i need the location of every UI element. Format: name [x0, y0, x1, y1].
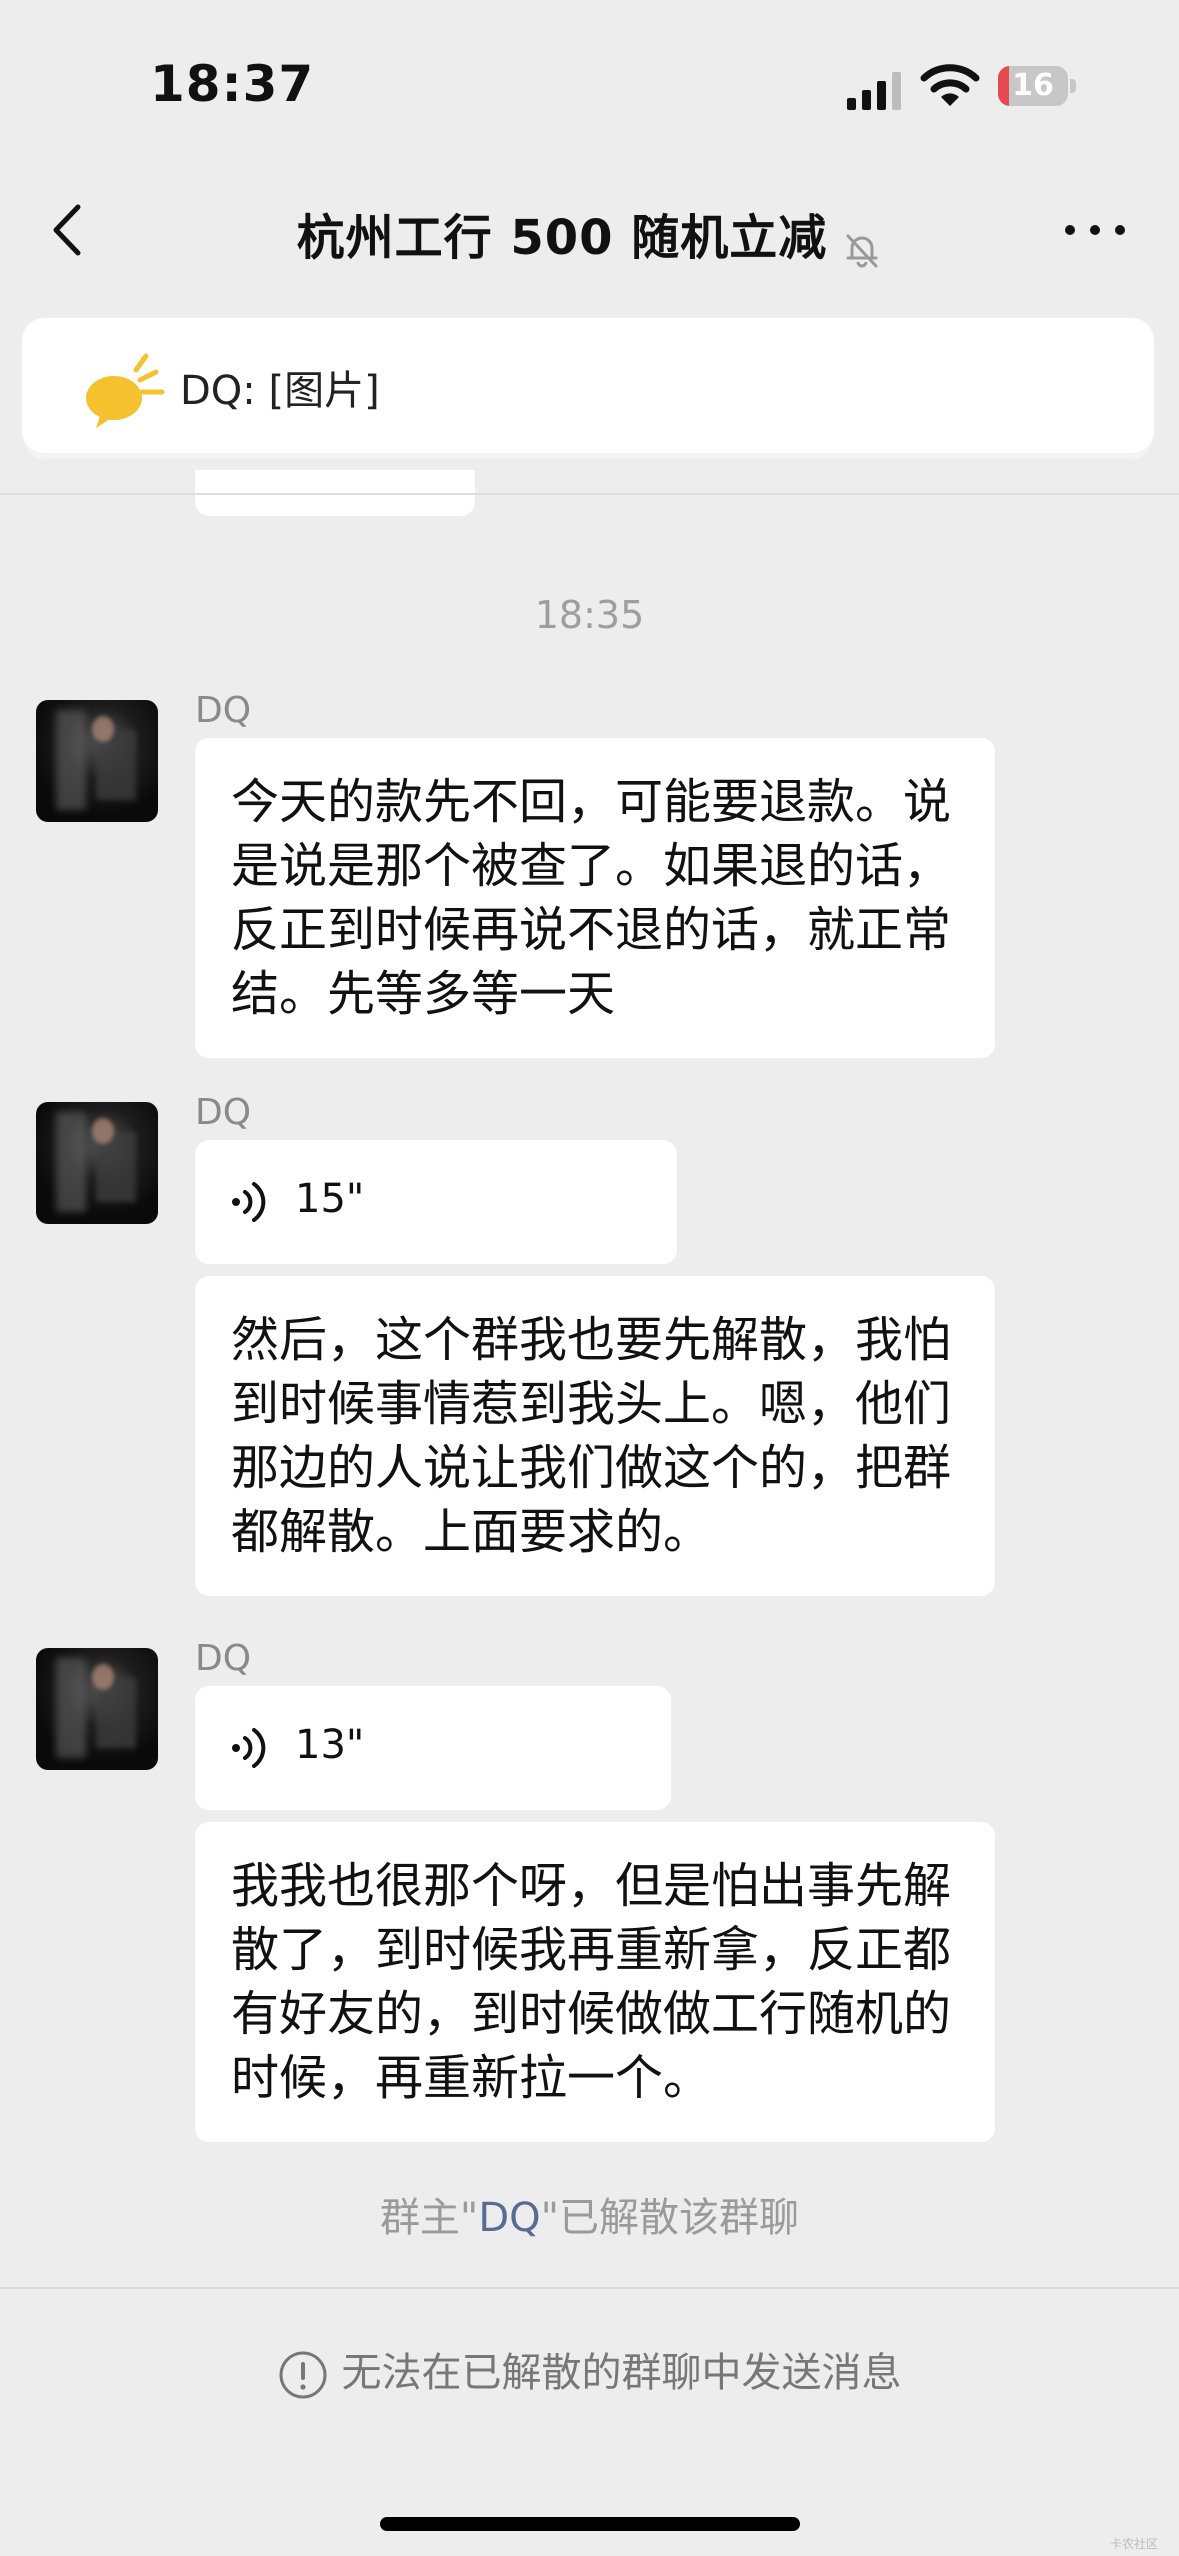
pinned-message-bar[interactable]: DQ: [图片] [22, 318, 1154, 453]
system-notice-prefix: 群主" [379, 2195, 479, 2241]
system-notice: 群主"DQ"已解散该群聊 [0, 2185, 1179, 2243]
status-time: 18:37 [150, 55, 315, 113]
voice-wave-icon [232, 1728, 266, 1768]
header-divider [0, 493, 1179, 495]
mute-bell-icon [846, 234, 878, 267]
avatar[interactable] [36, 700, 158, 822]
watermark: 卡农社区 [1110, 2537, 1159, 2551]
system-notice-suffix: "已解散该群聊 [540, 2195, 800, 2241]
voice-duration: 15" [295, 1176, 365, 1222]
chat-header: 杭州工行 500 随机立减 [0, 170, 1179, 290]
home-indicator[interactable] [380, 2517, 800, 2531]
footer-divider [0, 2287, 1179, 2289]
disbanded-notice: 无法在已解散的群聊中发送消息 [0, 2340, 1179, 2400]
voice-message-bubble[interactable]: 15" [195, 1140, 677, 1264]
disbanded-notice-text: 无法在已解散的群聊中发送消息 [341, 2350, 902, 2396]
battery-indicator: 16 [998, 66, 1078, 108]
avatar[interactable] [36, 1102, 158, 1224]
text-message-bubble[interactable]: 我我也很那个呀，但是怕出事先解散了，到时候我再重新拿，反正都有好友的，到时候做做… [195, 1822, 995, 2142]
battery-level-text: 16 [1012, 68, 1054, 103]
cellular-signal-icon [847, 72, 901, 110]
sender-name: DQ [195, 1092, 252, 1133]
status-bar: 18:37 16 [0, 0, 1179, 170]
text-message-bubble[interactable]: 然后，这个群我也要先解散，我怕到时候事情惹到我头上。嗯，他们那边的人说让我们做这… [195, 1276, 995, 1596]
voice-duration: 13" [295, 1722, 365, 1768]
voice-wave-icon [232, 1182, 266, 1222]
sender-name: DQ [195, 1638, 252, 1679]
more-options-icon[interactable] [1060, 210, 1130, 250]
wifi-icon [920, 64, 980, 106]
group-owner-link[interactable]: DQ [478, 2195, 540, 2241]
pinned-message-text: DQ: [图片] [180, 368, 380, 414]
voice-message-bubble[interactable]: 13" [195, 1686, 671, 1810]
sender-name: DQ [195, 690, 252, 731]
exclamation-circle-icon [279, 2351, 326, 2399]
pin-speaker-icon [86, 353, 165, 428]
chat-title: 杭州工行 500 随机立减 [296, 210, 828, 266]
chat-timestamp: 18:35 [534, 593, 645, 637]
text-message-bubble[interactable]: 今天的款先不回，可能要退款。说是说是那个被查了。如果退的话，反正到时候再说不退的… [195, 738, 995, 1058]
avatar[interactable] [36, 1648, 158, 1770]
